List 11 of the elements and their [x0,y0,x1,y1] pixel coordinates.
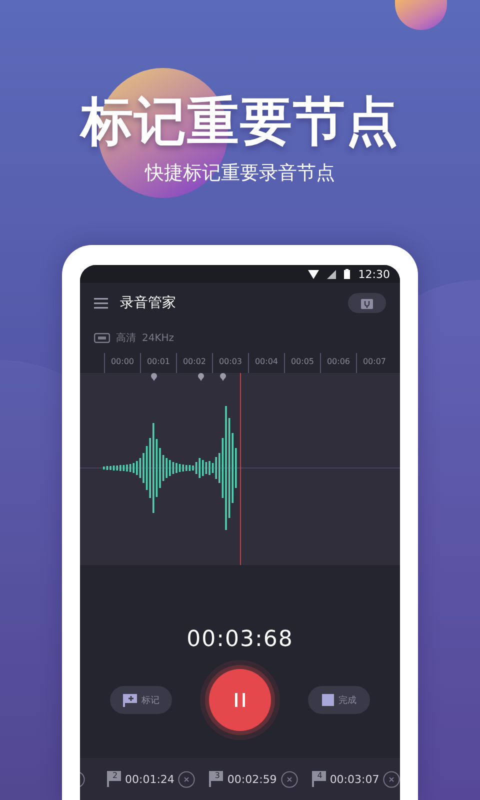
quality-label: 高清 [116,332,136,345]
status-time: 12:30 [358,268,390,280]
done-button[interactable]: 完成 [308,686,370,714]
app-title: 录音管家 [120,294,177,312]
elapsed-time: 00:03:68 [186,626,294,654]
sample-rate: 24KHz [142,332,174,344]
marker-time: 00:03:07 [330,772,380,786]
subtitle: 快捷标记重要录音节点 [145,161,335,186]
mark-button[interactable]: 标记 [110,686,172,714]
marker-time: 00:01:24 [125,772,174,786]
marker-time: 00:02:59 [227,772,277,786]
